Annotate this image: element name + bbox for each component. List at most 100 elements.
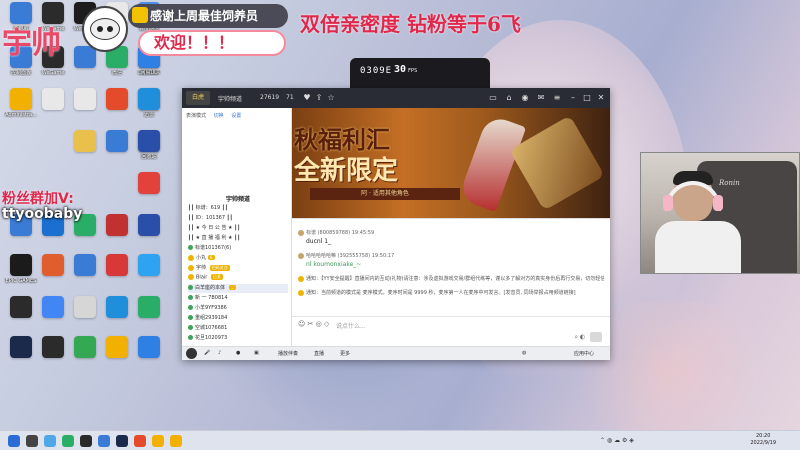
volume-icon[interactable]: ◍ [522, 350, 526, 356]
mic-icon[interactable]: 🎤 [204, 350, 210, 356]
desktop-icon[interactable] [36, 336, 70, 376]
close-icon[interactable]: ✕ [596, 93, 606, 103]
mascot-avatar [82, 6, 128, 52]
notice-icon [298, 289, 304, 296]
yy-icon[interactable] [170, 435, 182, 447]
channel-tree-panel[interactable]: 表演模式 切换 设置 宇帅频道 ┃┃ 标谱：619 ┃┃ ┃┃ ID：101367… [182, 108, 292, 346]
edge-icon[interactable] [44, 435, 56, 447]
more-button[interactable]: 更多 [340, 350, 350, 357]
steam-icon[interactable] [80, 435, 92, 447]
accompany-button[interactable]: 播放伴奏 [278, 350, 298, 357]
notice-icon [298, 275, 304, 282]
desktop-icon[interactable] [36, 88, 70, 128]
switch-link[interactable]: 切换 [214, 113, 224, 119]
app-icon[interactable] [134, 435, 146, 447]
desktop-icon[interactable] [68, 336, 102, 376]
channel-tree-row[interactable]: 白羊座的本体 ... [188, 284, 288, 293]
share-icon[interactable]: ⇪ [314, 93, 324, 103]
settings-link[interactable]: 设置 [231, 113, 241, 119]
channel-tree-row[interactable]: 重组2939184 [188, 314, 288, 323]
obs-icon[interactable] [116, 435, 128, 447]
online-dot-icon [188, 305, 193, 310]
desktop-icon[interactable] [68, 130, 102, 170]
chat-input-area[interactable]: ☺ ✂ ◎ ◇ 说点什么... ⌕ ◐ [292, 316, 610, 346]
start-icon[interactable] [8, 435, 20, 447]
room-badge[interactable]: 白虎 [186, 91, 210, 105]
chat-messages[interactable]: 标谱 (800859788) 19:45:59 ducnl 1_ 哈哈哈哈哈嘛 (3… [292, 218, 610, 316]
channel-tree-row[interactable]: ┃┃ ★ 直 播 福 利 ★ ┃┃ [188, 234, 288, 243]
desktop-icon[interactable] [68, 88, 102, 128]
desktop-icon[interactable] [132, 88, 166, 128]
windows-taskbar[interactable]: ⌃ ◍ ☁ ⚙ ◈ 20:20 2022/9/19 [0, 430, 800, 450]
desktop-icon[interactable] [4, 296, 38, 336]
live-button[interactable]: 直播 [314, 350, 324, 357]
channel-tree-row[interactable]: 宇帅 扫码关注 [188, 264, 288, 273]
app-icon [74, 296, 96, 318]
channel-tree-row[interactable]: ┃┃ 标谱：619 ┃┃ [188, 204, 288, 213]
explorer-icon[interactable] [98, 435, 110, 447]
tray-icons[interactable]: ⌃ ◍ ☁ ⚙ ◈ [600, 437, 634, 444]
app-icon [74, 254, 96, 276]
menu-icon[interactable]: ≡ [552, 93, 562, 103]
desktop-icon[interactable] [36, 296, 70, 336]
app-icon[interactable] [152, 435, 164, 447]
channel-tree-row[interactable]: 花旦1020973 [188, 334, 288, 343]
desktop-icon[interactable] [132, 214, 166, 254]
task-view-icon[interactable] [26, 435, 38, 447]
emoji-icon[interactable]: ☺ ✂ ◎ ◇ [298, 320, 329, 328]
chat-message-header[interactable]: 标谱 (800859788) 19:45:59 [298, 229, 604, 236]
desktop-icon[interactable] [132, 130, 166, 170]
channel-tree-row[interactable]: 小丸 6 [188, 254, 288, 263]
app-icon [42, 336, 64, 358]
user-avatar[interactable] [186, 348, 197, 359]
heart-icon[interactable]: ♥ [302, 93, 312, 103]
desktop-icon[interactable] [100, 130, 134, 170]
channel-tree-row[interactable]: 标谱101367(6) [188, 244, 288, 253]
desktop-icon[interactable] [100, 254, 134, 294]
desktop-icon[interactable] [100, 88, 134, 128]
channel-tree-row[interactable]: 小羊9YF9386 [188, 304, 288, 313]
app-center-button[interactable]: 应用中心 [574, 350, 594, 357]
screen-icon[interactable]: ▭ [488, 93, 498, 103]
desktop-icon[interactable] [100, 296, 134, 336]
minimize-icon[interactable]: – [568, 93, 578, 103]
maximize-icon[interactable]: □ [582, 93, 592, 103]
desktop-icon[interactable] [132, 172, 166, 212]
channel-tree-row[interactable]: ┃┃ ★ 今 日 公 告 ★ ┃┃ [188, 224, 288, 233]
desktop-icon[interactable] [132, 336, 166, 376]
desktop-icon[interactable]: EPIC GAMES [4, 254, 38, 294]
gamepad-icon[interactable]: ◉ [520, 93, 530, 103]
app-bottom-toolbar[interactable]: 🎤 ♪ ● ▣ 播放伴奏 直播 更多 ◍ 应用中心 [182, 346, 610, 360]
desktop-icon[interactable] [68, 296, 102, 336]
desktop-icon[interactable] [68, 254, 102, 294]
speaker-icon[interactable]: ♪ [218, 350, 221, 356]
taskbar-clock[interactable]: 20:20 2022/9/19 [750, 433, 776, 447]
app-titlebar[interactable]: 白虎 宇帅频道 27619 71 ♥ ⇪ ☆ ▭ ⌂ ◉ ✉ ≡ – □ ✕ [182, 88, 610, 108]
favorite-icon[interactable]: ☆ [326, 93, 336, 103]
send-button[interactable] [590, 332, 602, 342]
input-tools[interactable]: ⌕ ◐ [575, 332, 602, 342]
mail-icon[interactable]: ✉ [536, 93, 546, 103]
channel-tree-row[interactable]: Blair 已关 [188, 274, 288, 283]
desktop-icon[interactable] [36, 254, 70, 294]
chat-message-header[interactable]: 哈哈哈哈哈嘛 (392555758) 19:50:17 [298, 252, 604, 259]
channel-tree-row[interactable]: ┃┃ ID：101367 ┃┃ [188, 214, 288, 223]
promo-banner[interactable]: 秋福利汇 全新限定 阿 · 适用其他角色 [292, 108, 610, 218]
desktop-icon[interactable] [132, 254, 166, 294]
app-icon [74, 336, 96, 358]
gift-icon[interactable]: ▣ [254, 350, 259, 356]
record-icon[interactable]: ● [236, 350, 240, 356]
desktop-icon[interactable] [68, 46, 102, 86]
home-icon[interactable]: ⌂ [504, 93, 514, 103]
channel-tree-row[interactable]: 空城1076681 [188, 324, 288, 333]
yy-voice-app-window[interactable]: 白虎 宇帅频道 27619 71 ♥ ⇪ ☆ ▭ ⌂ ◉ ✉ ≡ – □ ✕ 表… [182, 88, 610, 360]
desktop-icon[interactable] [132, 296, 166, 336]
desktop-icon[interactable]: 微信 [100, 46, 134, 86]
channel-tree-row[interactable]: 新 一 7B0814 [188, 294, 288, 303]
desktop-icon[interactable] [100, 336, 134, 376]
desktop-icon[interactable]: Administra... [4, 88, 38, 128]
wechat-icon[interactable] [62, 435, 74, 447]
desktop-icon[interactable] [4, 336, 38, 376]
desktop-icon[interactable] [100, 214, 134, 254]
chat-input[interactable]: 说点什么... [336, 321, 366, 330]
